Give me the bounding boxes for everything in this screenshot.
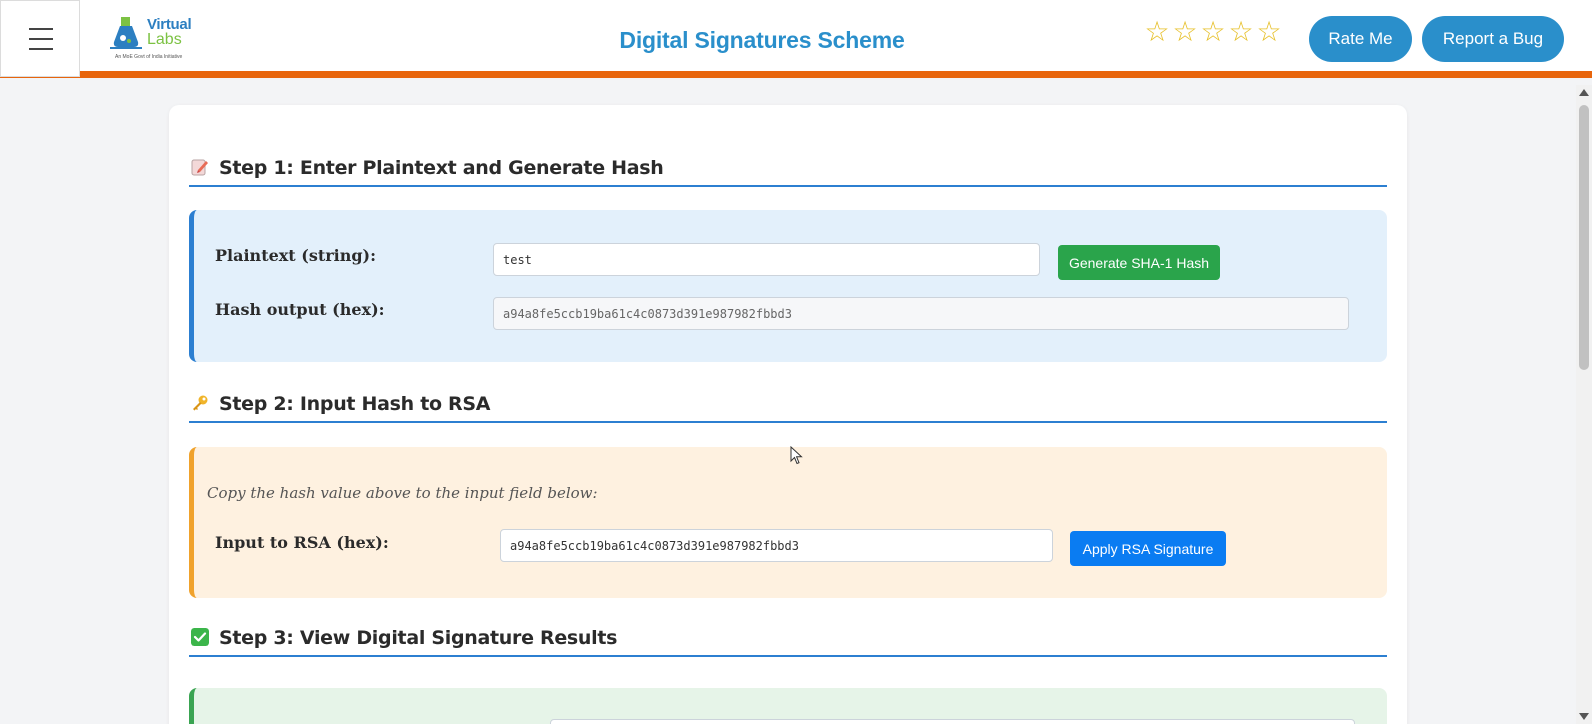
star-outline-icon[interactable]: ☆ bbox=[1200, 18, 1226, 46]
scrollbar-thumb[interactable] bbox=[1579, 105, 1589, 370]
page-title: Digital Signatures Scheme bbox=[619, 27, 905, 53]
star-outline-icon[interactable]: ☆ bbox=[1144, 18, 1170, 46]
check-mark-button-icon bbox=[191, 628, 209, 646]
star-outline-icon[interactable]: ☆ bbox=[1228, 18, 1254, 46]
plaintext-input[interactable]: test bbox=[493, 243, 1040, 276]
scroll-up-arrow-icon[interactable] bbox=[1579, 89, 1589, 96]
star-outline-icon[interactable]: ☆ bbox=[1172, 18, 1198, 46]
hash-output-field[interactable]: a94a8fe5ccb19ba61c4c0873d391e987982fbbd3 bbox=[493, 297, 1349, 330]
vertical-scrollbar[interactable] bbox=[1576, 85, 1592, 724]
step3-panel bbox=[189, 688, 1387, 724]
signature-result-field[interactable] bbox=[550, 719, 1355, 724]
hash-output-label: Hash output (hex): bbox=[215, 300, 385, 319]
scroll-down-arrow-icon[interactable] bbox=[1579, 713, 1589, 720]
step1-heading: Step 1: Enter Plaintext and Generate Has… bbox=[189, 157, 1387, 187]
report-bug-button[interactable]: Report a Bug bbox=[1422, 16, 1564, 62]
step1-panel: Plaintext (string): test Generate SHA-1 … bbox=[189, 210, 1387, 362]
plaintext-label: Plaintext (string): bbox=[215, 246, 377, 265]
logo-tagline: An MoE Govt of India Initiative bbox=[115, 54, 183, 60]
step2-title: Step 2: Input Hash to RSA bbox=[219, 393, 491, 415]
generate-sha1-hash-button[interactable]: Generate SHA-1 Hash bbox=[1058, 245, 1220, 280]
mouse-cursor-icon bbox=[790, 446, 803, 465]
step3-heading: Step 3: View Digital Signature Results bbox=[189, 627, 1387, 657]
main-card: Step 1: Enter Plaintext and Generate Has… bbox=[169, 105, 1407, 724]
star-rating[interactable]: ☆ ☆ ☆ ☆ ☆ bbox=[1144, 18, 1282, 46]
copy-hash-hint: Copy the hash value above to the input f… bbox=[207, 484, 598, 502]
step2-heading: Step 2: Input Hash to RSA bbox=[189, 393, 1387, 423]
key-icon bbox=[193, 395, 208, 411]
step3-title: Step 3: View Digital Signature Results bbox=[219, 627, 618, 649]
step1-title: Step 1: Enter Plaintext and Generate Has… bbox=[219, 157, 664, 179]
step2-panel: Copy the hash value above to the input f… bbox=[189, 447, 1387, 598]
rate-me-button[interactable]: Rate Me bbox=[1309, 16, 1412, 62]
apply-rsa-signature-button[interactable]: Apply RSA Signature bbox=[1070, 531, 1226, 566]
rsa-input-label: Input to RSA (hex): bbox=[215, 533, 389, 552]
star-outline-icon[interactable]: ☆ bbox=[1256, 18, 1282, 46]
memo-pencil-icon bbox=[191, 159, 208, 176]
top-header: Virtual Labs An MoE Govt of India Initia… bbox=[0, 0, 1592, 78]
rsa-input-field[interactable]: a94a8fe5ccb19ba61c4c0873d391e987982fbbd3 bbox=[500, 529, 1053, 562]
